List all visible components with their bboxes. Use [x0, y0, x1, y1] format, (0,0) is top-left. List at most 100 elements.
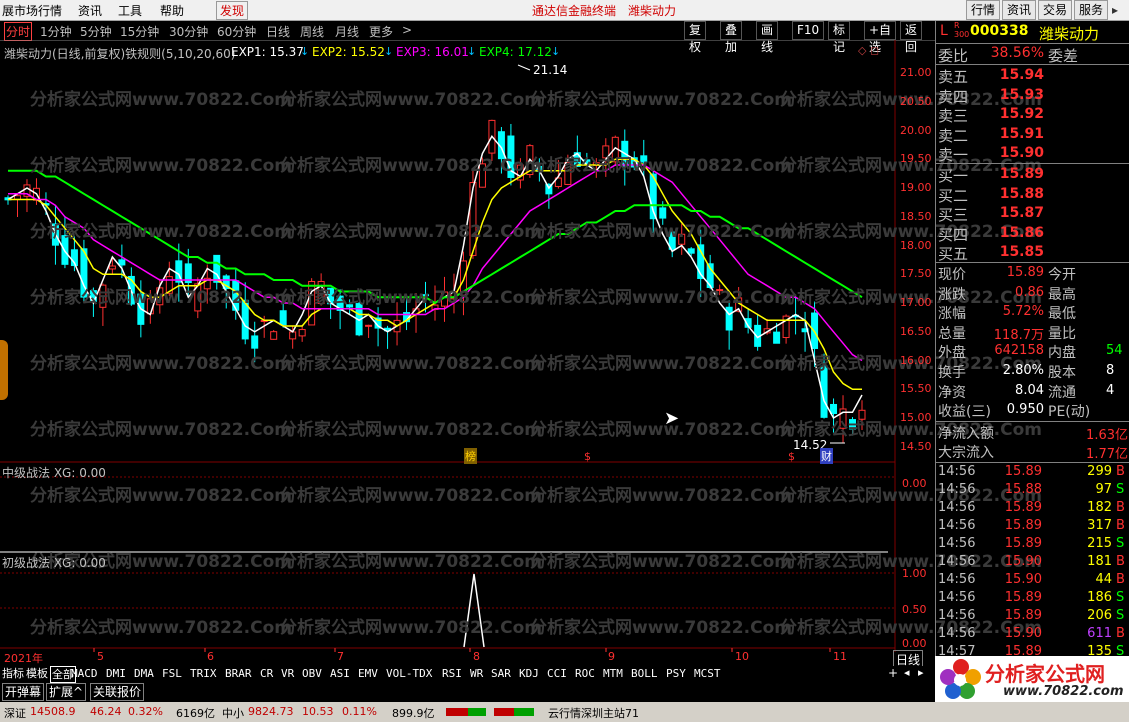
- buys-row[interactable]: 买二 15.88: [936, 185, 1129, 205]
- diamond-icon[interactable]: ◇ ◻: [858, 44, 879, 57]
- sells-label: 卖四: [938, 87, 969, 106]
- trade-button[interactable]: 交易: [1038, 0, 1073, 20]
- side-expand-handle[interactable]: [0, 340, 8, 400]
- period-tab-week[interactable]: 周线: [300, 23, 324, 40]
- buys-row[interactable]: 买四 15.86: [936, 224, 1129, 244]
- server-status: 云行情深圳主站71: [548, 707, 639, 720]
- period-tab-day[interactable]: 日线: [266, 23, 290, 40]
- buys-label: 买二: [938, 186, 969, 205]
- marker-dollar-1[interactable]: $: [584, 450, 591, 463]
- status-bar: 深证 14508.9 46.24 0.32% 6169亿 中小 9824.73 …: [0, 702, 1129, 722]
- tick-row: 14:56 15.89 206 S: [936, 607, 1129, 625]
- watermark-text: 分析家公式网www.70822.Com: [530, 288, 792, 308]
- f10-button[interactable]: F10: [792, 21, 825, 40]
- marker-dollar-2[interactable]: $: [788, 450, 795, 463]
- news-button[interactable]: 资讯: [1002, 0, 1037, 20]
- chart-area[interactable]: 分析家公式网www.70822.Com 分析家公式网www.70822.Com 分析…: [0, 40, 1042, 669]
- candle-body: [270, 331, 278, 340]
- indicator-tab[interactable]: ASI: [330, 666, 350, 681]
- stock-code[interactable]: 000338: [970, 23, 1028, 39]
- menu-news[interactable]: 资讯: [78, 2, 102, 19]
- menu-market[interactable]: 展市场行情: [2, 2, 62, 19]
- stats-value: 642158: [994, 343, 1044, 359]
- indicator-tab[interactable]: WR: [470, 666, 483, 681]
- indicator-tab[interactable]: 模板: [26, 666, 48, 681]
- indicator-tab[interactable]: DMI: [106, 666, 126, 681]
- buys-row[interactable]: 买一 15.89: [936, 165, 1129, 185]
- indicator-tab[interactable]: VR: [281, 666, 294, 681]
- overlay-button[interactable]: 叠加: [720, 21, 743, 54]
- sz-index-value: 14508.9: [30, 705, 76, 718]
- stats-label: 总量: [938, 325, 966, 342]
- period-tab-more[interactable]: 更多: [369, 23, 393, 40]
- price-tick-label: 16.00: [900, 353, 932, 367]
- mark-button[interactable]: 标记: [828, 21, 851, 54]
- indicator-tab[interactable]: VOL-TDX: [386, 666, 432, 681]
- indicator-tab[interactable]: TRIX: [190, 666, 217, 681]
- scroll-right-icon[interactable]: ▸: [1112, 3, 1118, 17]
- indicator-tab[interactable]: MCST: [694, 666, 721, 681]
- indicator-tab[interactable]: FSL: [162, 666, 182, 681]
- indicator-tab[interactable]: PSY: [666, 666, 686, 681]
- quotes-button[interactable]: 行情: [966, 0, 1001, 20]
- period-tab-5min[interactable]: 5分钟: [80, 23, 112, 40]
- period-tab-month[interactable]: 月线: [335, 23, 359, 40]
- adjust-button[interactable]: 复权: [684, 21, 707, 54]
- sells-row[interactable]: 卖二 15.91: [936, 125, 1129, 145]
- tabs-scroll-left-icon[interactable]: ◂: [904, 666, 910, 679]
- menu-help[interactable]: 帮助: [160, 2, 184, 19]
- indicator-tab[interactable]: CCI: [547, 666, 567, 681]
- period-tab-60min[interactable]: 60分钟: [217, 23, 256, 40]
- indicator-tab[interactable]: SAR: [491, 666, 511, 681]
- marker-finance[interactable]: 财: [820, 448, 833, 464]
- stock-name[interactable]: 潍柴动力: [1039, 23, 1099, 44]
- sells-row[interactable]: 卖一 15.90: [936, 144, 1129, 164]
- indicator-tab[interactable]: EMV: [358, 666, 378, 681]
- indicator-tab[interactable]: DMA: [134, 666, 154, 681]
- tabs-add-icon[interactable]: +: [888, 666, 898, 680]
- level-label: L: [940, 23, 948, 39]
- sells-row[interactable]: 卖三 15.92: [936, 105, 1129, 125]
- period-tab-next[interactable]: >: [402, 23, 412, 37]
- sme-index-amount: 899.9亿: [392, 707, 435, 720]
- buys-row[interactable]: 买五 15.85: [936, 243, 1129, 263]
- expand-button[interactable]: 扩展^: [46, 683, 87, 701]
- buys-row[interactable]: 买三 15.87: [936, 204, 1129, 224]
- sells-row[interactable]: 卖四 15.93: [936, 86, 1129, 106]
- sme-index-value: 9824.73: [248, 705, 294, 718]
- menu-discover[interactable]: 发现: [216, 1, 249, 20]
- indicator-tab[interactable]: OBV: [302, 666, 322, 681]
- marker-bang[interactable]: 榜: [464, 448, 477, 464]
- buys-price: 15.87: [999, 205, 1044, 221]
- period-tab-minute[interactable]: 分时: [4, 22, 33, 41]
- danmaku-button[interactable]: 开弹幕: [2, 683, 45, 701]
- menu-tools[interactable]: 工具: [118, 2, 142, 19]
- indicator-tab[interactable]: ROC: [575, 666, 595, 681]
- watermark-text: 分析家公式网www.70822.Com: [30, 618, 292, 638]
- indicator-tab[interactable]: BRAR: [225, 666, 252, 681]
- add-favorite-button[interactable]: +自选: [864, 21, 897, 54]
- chart-title: 潍柴动力(日线,前复权)铁规则(5,10,20,60): [4, 47, 236, 61]
- tick-row: 14:56 15.90 181 B: [936, 553, 1129, 571]
- draw-button[interactable]: 画线: [756, 21, 779, 54]
- indicator-tab[interactable]: CR: [260, 666, 273, 681]
- indicator-tab[interactable]: KDJ: [519, 666, 539, 681]
- service-button[interactable]: 服务: [1074, 0, 1109, 20]
- buys-price: 15.89: [999, 166, 1044, 182]
- period-tab-1min[interactable]: 1分钟: [40, 23, 72, 40]
- indicator-tab[interactable]: MACD: [71, 666, 98, 681]
- indicator-tab[interactable]: RSI: [442, 666, 462, 681]
- indicator-tab[interactable]: 指标: [2, 666, 24, 681]
- period-tab-30min[interactable]: 30分钟: [169, 23, 208, 40]
- sz-index-change: 46.24: [90, 705, 122, 718]
- back-button[interactable]: 返回: [900, 21, 923, 54]
- tick-list: 14:56 15.89 299 B 14:56 15.88 97 S 14:56 15.89 182…: [936, 463, 1129, 659]
- sells-row[interactable]: 卖五 15.94: [936, 66, 1129, 86]
- indicator-tab[interactable]: MTM: [603, 666, 623, 681]
- period-tab-15min[interactable]: 15分钟: [120, 23, 159, 40]
- sell-orders: 卖五 15.94 卖四 15.93 卖三 15.92 卖二 15.91 卖一 15.90: [936, 65, 1129, 164]
- indicator-tab[interactable]: BOLL: [631, 666, 658, 681]
- logo-url: www.70822.com: [1003, 684, 1124, 699]
- related-quotes-button[interactable]: 关联报价: [90, 683, 145, 701]
- tabs-scroll-right-icon[interactable]: ▸: [918, 666, 924, 679]
